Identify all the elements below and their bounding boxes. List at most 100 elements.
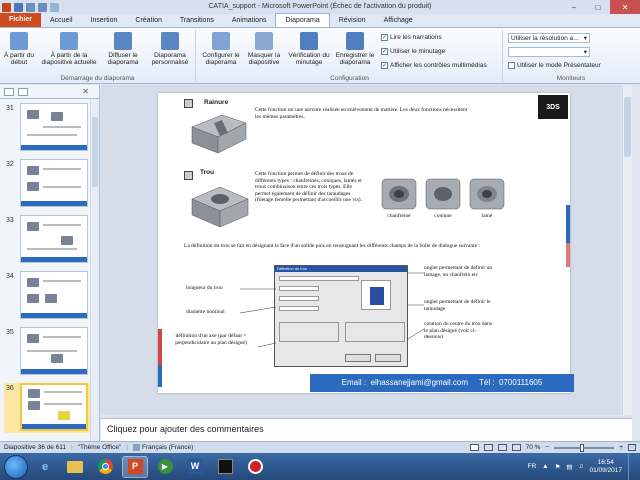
zoom-in-icon[interactable]: + bbox=[619, 444, 623, 451]
tab-revision[interactable]: Révision bbox=[330, 14, 375, 27]
normal-view-icon[interactable] bbox=[469, 444, 479, 451]
callout-longueur: longueur du trou bbox=[186, 285, 223, 291]
start-button[interactable] bbox=[4, 454, 28, 479]
powerpoint-taskbar-icon[interactable]: P bbox=[122, 455, 148, 478]
thumbnail-35[interactable]: 35 bbox=[4, 327, 90, 377]
close-button[interactable]: ✕ bbox=[610, 0, 640, 14]
group-configuration: Configurer le diaporama Masquer la diapo… bbox=[197, 30, 503, 82]
zoom-slider[interactable] bbox=[554, 443, 615, 452]
powerpoint-icon[interactable] bbox=[2, 2, 11, 12]
tab-accueil[interactable]: Accueil bbox=[41, 14, 82, 27]
play-narrations-checkbox[interactable]: ✓ Lire les narrations bbox=[381, 34, 442, 41]
close-pane-icon[interactable]: ✕ bbox=[82, 87, 89, 96]
resolution-select[interactable]: Utiliser la résolution a... ▾ bbox=[508, 33, 590, 43]
fit-slide-icon[interactable] bbox=[628, 444, 636, 451]
zoom-out-icon[interactable]: − bbox=[545, 444, 549, 451]
reading-view-icon[interactable] bbox=[497, 444, 507, 451]
presenter-view-checkbox[interactable]: Utiliser le mode Présentateur bbox=[508, 62, 601, 69]
catia-icon[interactable] bbox=[212, 456, 238, 478]
thumbnail-image bbox=[20, 215, 88, 263]
thumbnail-image bbox=[20, 327, 88, 375]
slide-thumbnail-pane: ✕ 31 32 33 34 35 36 bbox=[0, 85, 100, 441]
tab-animations[interactable]: Animations bbox=[223, 14, 276, 27]
file-explorer-icon[interactable] bbox=[62, 456, 88, 478]
thumbnail-scrollbar[interactable] bbox=[90, 99, 99, 441]
rehearse-timings-button[interactable]: Vérification du minutage bbox=[287, 32, 331, 66]
redo-icon[interactable] bbox=[38, 2, 47, 12]
title-bar: CATIA_support - Microsoft PowerPoint (Éc… bbox=[0, 0, 640, 14]
customize-qat-icon[interactable] bbox=[50, 2, 59, 12]
media-player-icon[interactable]: ▶ bbox=[152, 456, 178, 478]
group-label-configuration: Configuration bbox=[330, 75, 369, 82]
checkbox-checked-icon: ✓ bbox=[381, 48, 388, 55]
maximize-button[interactable]: □ bbox=[586, 0, 610, 14]
save-icon[interactable] bbox=[14, 2, 23, 12]
tab-fichier[interactable]: Fichier bbox=[0, 13, 41, 27]
timing-icon bbox=[300, 32, 318, 50]
show-desktop-button[interactable] bbox=[628, 453, 636, 480]
chrome-icon[interactable] bbox=[92, 456, 118, 478]
callout-diametre: diamètre nominal bbox=[186, 309, 225, 315]
minimize-button[interactable]: – bbox=[562, 0, 586, 14]
slide-sorter-icon[interactable] bbox=[483, 444, 493, 451]
slide-counter: Diapositive 36 de 611 bbox=[4, 444, 67, 451]
screen-recorder-icon[interactable] bbox=[242, 456, 268, 478]
clock[interactable]: 16:54 01/09/2017 bbox=[589, 459, 622, 475]
show-media-controls-checkbox[interactable]: ✓ Afficher les contrôles multimédias bbox=[381, 62, 487, 69]
flag-icon[interactable]: ⚑ bbox=[555, 463, 561, 471]
quick-access-toolbar bbox=[0, 2, 59, 12]
pane-tabs: ✕ bbox=[0, 85, 99, 99]
callout-cotation: cotation du centre du trou dans le plan … bbox=[424, 321, 492, 340]
ribbon: À partir du début À partir de la diaposi… bbox=[0, 28, 640, 84]
custom-slideshow-button[interactable]: Diaporama personnalisé bbox=[146, 32, 194, 66]
thumbnail-34[interactable]: 34 bbox=[4, 271, 90, 321]
hide-slide-button[interactable]: Masquer la diapositive bbox=[245, 32, 283, 66]
editor-scrollbar[interactable] bbox=[622, 85, 632, 415]
volume-icon[interactable]: ♫ bbox=[579, 463, 584, 470]
use-timings-checkbox[interactable]: ✓ Utiliser le minutage bbox=[381, 48, 445, 55]
checkbox-unchecked-icon bbox=[508, 62, 515, 69]
tab-insertion[interactable]: Insertion bbox=[82, 14, 127, 27]
show-on-select[interactable]: ▾ bbox=[508, 47, 590, 57]
from-current-button[interactable]: À partir de la diapositive actuelle bbox=[40, 32, 98, 66]
word-icon[interactable]: W bbox=[182, 456, 208, 478]
record-icon bbox=[346, 32, 364, 50]
slideshow-current-icon bbox=[60, 32, 78, 50]
current-slide[interactable]: 3DS Rainure Cette fonction est une nervu… bbox=[158, 93, 574, 393]
callout-lines bbox=[239, 272, 425, 348]
internet-explorer-icon[interactable]: e bbox=[32, 456, 58, 478]
slides-tab-icon[interactable] bbox=[4, 87, 14, 96]
group-start-slideshow: À partir du début À partir de la diaposi… bbox=[0, 30, 196, 82]
thumbnail-31[interactable]: 31 bbox=[4, 103, 90, 153]
thumbnail-32[interactable]: 32 bbox=[4, 159, 90, 209]
thumbnail-33[interactable]: 33 bbox=[4, 215, 90, 265]
tab-diaporama[interactable]: Diaporama bbox=[275, 13, 330, 27]
zoom-level[interactable]: 70 % bbox=[526, 444, 541, 451]
network-icon[interactable]: ▤ bbox=[566, 463, 572, 471]
show-hidden-icons-icon[interactable]: ▲ bbox=[542, 463, 548, 470]
configure-icon bbox=[212, 32, 230, 50]
configure-slideshow-button[interactable]: Configurer le diaporama bbox=[199, 32, 243, 66]
language-status[interactable]: Français (France) bbox=[142, 444, 193, 451]
callout-onglet-type: onglet permettant de définir un lamage, … bbox=[424, 265, 493, 278]
language-indicator[interactable]: FR bbox=[527, 463, 536, 470]
checkbox-checked-icon: ✓ bbox=[381, 34, 388, 41]
group-monitors: Utiliser la résolution a... ▾ ▾ Utiliser … bbox=[504, 30, 638, 82]
accent-bar-blue bbox=[158, 365, 162, 387]
group-label-monitors: Moniteurs bbox=[556, 75, 586, 82]
slideshow-view-icon[interactable] bbox=[511, 444, 521, 451]
group-label-start: Démarrage du diaporama bbox=[60, 75, 135, 82]
tab-creation[interactable]: Création bbox=[126, 14, 170, 27]
undo-icon[interactable] bbox=[26, 2, 35, 12]
tab-transitions[interactable]: Transitions bbox=[171, 14, 223, 27]
status-bar: Diapositive 36 de 611 | "Thème Office" |… bbox=[0, 441, 640, 453]
outline-tab-icon[interactable] bbox=[18, 87, 28, 96]
slide-editing-area: 3DS Rainure Cette fonction est une nervu… bbox=[101, 85, 621, 415]
record-slideshow-button[interactable]: Enregistrer le diaporama bbox=[333, 32, 377, 66]
thumbnail-36[interactable]: 36 bbox=[4, 383, 90, 433]
broadcast-button[interactable]: Diffuser le diaporama bbox=[104, 32, 142, 66]
accent-bar-red bbox=[158, 329, 162, 365]
notes-pane[interactable]: Cliquez pour ajouter des commentaires bbox=[101, 418, 632, 441]
tab-affichage[interactable]: Affichage bbox=[375, 14, 422, 27]
from-beginning-button[interactable]: À partir du début bbox=[2, 32, 36, 66]
